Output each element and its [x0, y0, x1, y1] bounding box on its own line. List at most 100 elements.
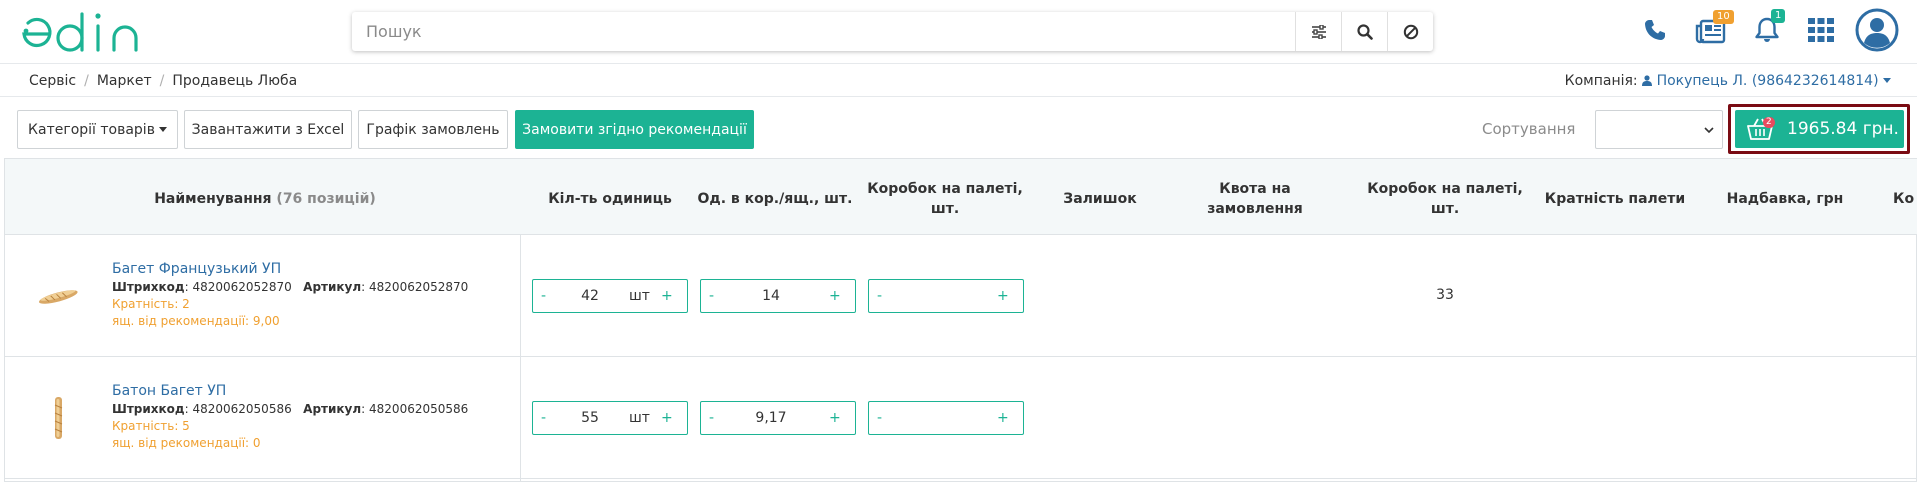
order-schedule-button[interactable]: Графік замовлень — [358, 110, 508, 149]
news-button[interactable]: 10 — [1693, 10, 1734, 48]
apps-grid-icon — [1808, 18, 1834, 42]
column-header-stock: Залишок — [1035, 189, 1165, 209]
cart-total: 1965.84 грн. — [1787, 119, 1899, 139]
product-image-baton[interactable] — [33, 393, 83, 443]
column-header-boxes-pallet-line2: шт. — [930, 201, 960, 217]
column-header-markup: Надбавка, грн — [1715, 189, 1855, 209]
upload-excel-label: Завантажити з Excel — [191, 121, 345, 138]
news-badge: 10 — [1713, 10, 1734, 24]
upload-excel-button[interactable]: Завантажити з Excel — [184, 110, 352, 149]
chevron-down-icon — [1704, 127, 1714, 134]
qty-stepper: - 55 шт + — [532, 401, 688, 435]
column-header-pallet-multiplicity: Кратність палети — [1535, 189, 1695, 209]
per-box-increase-button[interactable]: + — [829, 410, 841, 426]
search-icon — [1356, 23, 1373, 40]
user-avatar-button[interactable] — [1855, 8, 1899, 52]
clear-icon — [1403, 24, 1418, 39]
product-codes: Штрихкод: 4820062052870 Артикул: 4820062… — [112, 280, 468, 294]
column-header-boxes-pallet-2: Коробок на палеті, шт. — [1360, 179, 1530, 219]
breadcrumb-item-service[interactable]: Сервіс — [29, 73, 76, 89]
product-name-link[interactable]: Батон Багет УП — [112, 383, 226, 399]
qty-increase-button[interactable]: + — [661, 288, 673, 304]
per-box-stepper: - 9,17 + — [700, 401, 856, 435]
article-value: : 4820062050586 — [361, 402, 469, 416]
order-schedule-label: Графік замовлень — [366, 121, 500, 138]
pallet-decrease-button[interactable]: - — [877, 288, 882, 304]
pallet-increase-button[interactable]: + — [997, 288, 1009, 304]
per-box-value[interactable]: 9,17 — [741, 410, 801, 426]
qty-value[interactable]: 55 — [573, 410, 607, 426]
pallet-decrease-button[interactable]: - — [877, 410, 882, 426]
positions-count: (76 позицій) — [276, 191, 376, 207]
per-box-stepper: - 14 + — [700, 279, 856, 313]
column-header-markup-label: Надбавка, грн — [1726, 191, 1844, 207]
qty-unit: шт — [629, 410, 650, 426]
column-header-quota-line2: замовлення — [1207, 201, 1303, 217]
per-box-value[interactable]: 14 — [741, 288, 801, 304]
qty-value[interactable]: 42 — [573, 288, 607, 304]
search-input[interactable] — [352, 12, 1306, 51]
per-box-decrease-button[interactable]: - — [709, 288, 714, 304]
pallet-increase-button[interactable]: + — [997, 410, 1009, 426]
column-header-quota-line1: Квота на — [1219, 181, 1291, 197]
qty-decrease-button[interactable]: - — [541, 410, 546, 426]
products-table: Найменування (76 позицій) Кіл-ть одиниць… — [4, 158, 1917, 482]
column-header-per-box-label: Од. в кор./ящ., шт. — [697, 191, 853, 207]
column-header-qty-label: Кіл-ть одиниць — [548, 191, 672, 207]
qty-stepper: - 42 шт + — [532, 279, 688, 313]
breadcrumb-bar: Сервіс / Маркет / Продавець Люба Компані… — [0, 65, 1917, 97]
per-box-decrease-button[interactable]: - — [709, 410, 714, 426]
article-label: Артикул — [303, 280, 362, 294]
barcode-label: Штрихкод — [112, 280, 185, 294]
apps-button[interactable] — [1803, 12, 1839, 48]
column-header-boxes-pallet: Коробок на палеті, шт. — [860, 179, 1030, 219]
cart-button[interactable]: 2 1965.84 грн. — [1735, 110, 1904, 148]
company-selector: Компанія: Покупець Л. (9864232614814) — [1565, 73, 1891, 89]
column-header-stock-label: Залишок — [1063, 191, 1137, 207]
sort-select[interactable] — [1595, 110, 1723, 149]
cart-count-badge: 2 — [1763, 117, 1775, 128]
search-bar — [352, 12, 1433, 51]
barcode-label: Штрихкод — [112, 402, 185, 416]
breadcrumb-separator: / — [159, 73, 165, 89]
phone-button[interactable] — [1637, 12, 1673, 48]
product-image-baguette[interactable] — [33, 271, 83, 321]
column-header-name[interactable]: Найменування (76 позицій) — [135, 189, 395, 209]
breadcrumb-item-seller: Продавець Люба — [172, 73, 298, 89]
product-multiplicity: Кратність: 5 — [112, 419, 190, 433]
user-icon — [1642, 75, 1653, 86]
table-row: Батон Багет УП Штрихкод: 4820062050586 А… — [5, 357, 1917, 479]
per-box-increase-button[interactable]: + — [829, 288, 841, 304]
column-header-truncated: Ко — [1893, 189, 1917, 209]
company-link[interactable]: Покупець Л. (9864232614814) — [1642, 73, 1891, 89]
column-header-qty: Кіл-ть одиниць — [525, 189, 695, 209]
search-button[interactable] — [1341, 12, 1387, 51]
column-header-quota: Квота на замовлення — [1190, 179, 1320, 219]
qty-decrease-button[interactable]: - — [541, 288, 546, 304]
categories-label: Категорії товарів — [28, 121, 155, 138]
breadcrumb-item-market[interactable]: Маркет — [97, 73, 152, 89]
company-label: Компанія: — [1564, 73, 1638, 89]
product-name-link[interactable]: Багет Французький УП — [112, 261, 281, 277]
table-header: Найменування (76 позицій) Кіл-ть одиниць… — [5, 159, 1917, 235]
pallet-stepper: - + — [868, 279, 1024, 313]
product-recommendation: ящ. від рекомендації: 9,00 — [112, 314, 280, 328]
filter-button[interactable] — [1295, 12, 1341, 51]
edin-logo[interactable] — [18, 10, 160, 56]
product-recommendation: ящ. від рекомендації: 0 — [112, 436, 261, 450]
filter-sliders-icon — [1311, 24, 1326, 39]
categories-dropdown-button[interactable]: Категорії товарів — [17, 110, 178, 149]
column-header-name-label: Найменування — [154, 191, 272, 207]
clear-search-button[interactable] — [1387, 12, 1433, 51]
barcode-value: : 4820062052870 — [184, 280, 292, 294]
page: 10 1 — [0, 0, 1917, 482]
company-name: Покупець Л. (9864232614814) — [1656, 73, 1879, 89]
phone-icon — [1645, 20, 1665, 40]
caret-down-icon — [158, 126, 167, 132]
column-header-per-box: Од. в кор./ящ., шт. — [695, 189, 855, 209]
order-by-recommendation-button[interactable]: Замовити згідно рекомендації — [515, 110, 754, 149]
qty-increase-button[interactable]: + — [661, 410, 673, 426]
notifications-button[interactable]: 1 — [1749, 9, 1786, 48]
product-multiplicity: Кратність: 2 — [112, 297, 190, 311]
table-row: Багет Французький УП Штрихкод: 482006205… — [5, 235, 1917, 357]
